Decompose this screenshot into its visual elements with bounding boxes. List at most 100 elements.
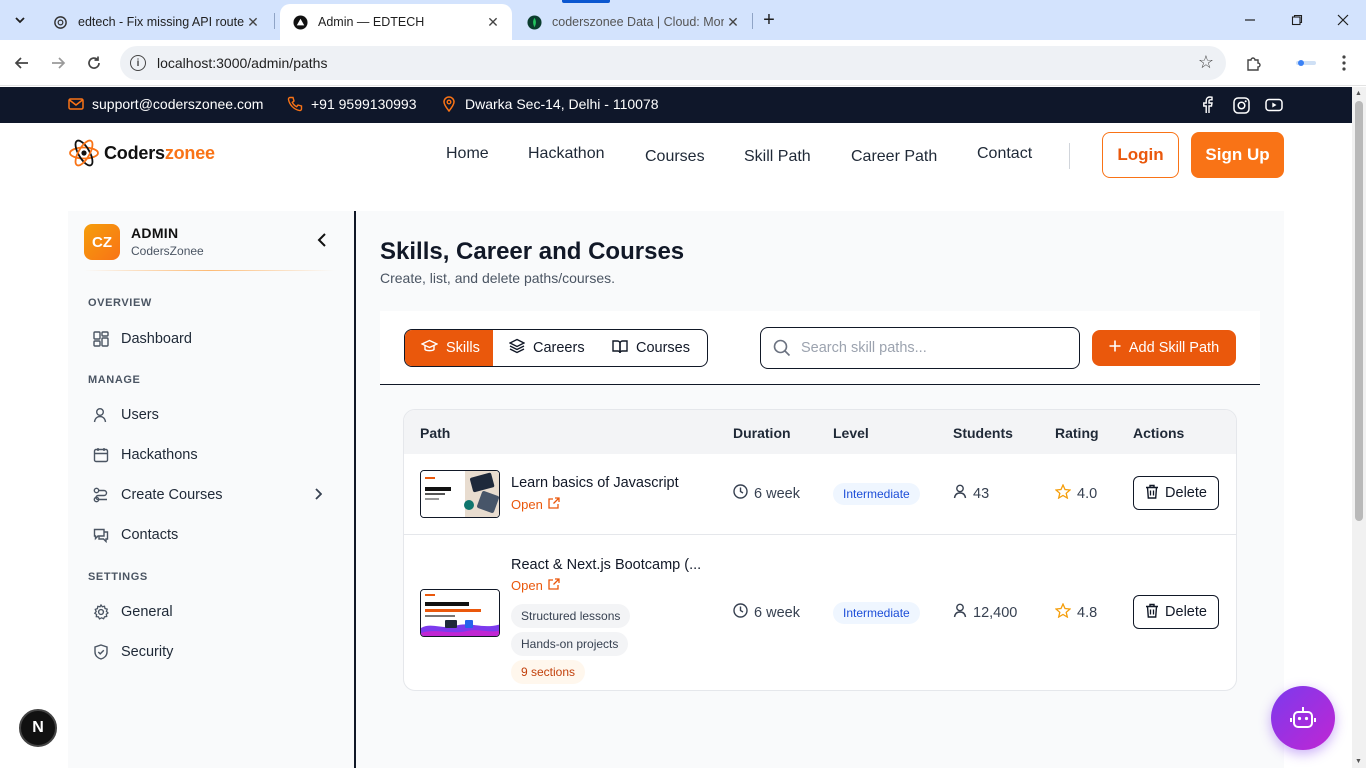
open-path-link[interactable]: Open [511,578,560,593]
rating-cell: 4.0 [1054,483,1097,503]
reload-icon[interactable] [80,49,108,77]
sidebar-item-label: Dashboard [121,331,192,347]
facebook-icon[interactable] [1198,96,1216,114]
page-title: Skills, Career and Courses [380,238,685,265]
url-text[interactable]: localhost:3000/admin/paths [157,55,327,71]
nextjs-dev-indicator[interactable]: N [19,709,57,747]
table-header: Path Duration Level Students Rating Acti… [404,410,1236,454]
sidebar-item-create-courses[interactable]: Create Courses [88,480,336,510]
new-tab-plus-icon[interactable]: + [757,8,781,32]
paths-toolbar: Skills Careers Courses Search skill path… [380,311,1260,385]
nav-courses[interactable]: Courses [645,148,705,166]
level-badge: Intermediate [833,602,920,624]
tab-label: Skills [446,340,480,356]
scrollbar-thumb[interactable] [1355,101,1363,521]
path-title[interactable]: Learn basics of Javascript [511,475,679,491]
instagram-icon[interactable] [1232,96,1250,114]
site-header: Coderszonee Home Hackathon Courses Skill… [0,123,1352,211]
browser-tab-3[interactable]: coderszonee Data | Cloud: Mon ✕ [514,4,752,40]
nav-career-path[interactable]: Career Path [851,148,937,166]
topbar-email[interactable]: support@coderszonee.com [68,96,263,112]
clock-icon [733,603,748,622]
sidebar-item-hackathons[interactable]: Hackathons [88,440,336,470]
browser-tab-1[interactable]: edtech - Fix missing API routes ✕ [40,4,272,40]
address-text: Dwarka Sec-14, Delhi - 110078 [465,96,659,112]
back-arrow-icon[interactable] [8,49,36,77]
clock-icon [733,484,748,503]
nav-home[interactable]: Home [446,145,489,163]
address-bar[interactable]: i localhost:3000/admin/paths ☆ [120,46,1226,80]
tab-careers[interactable]: Careers [493,330,596,366]
path-thumbnail-image[interactable] [420,589,500,637]
restore-icon[interactable] [1283,6,1311,34]
delete-button[interactable]: Delete [1133,595,1219,629]
path-title[interactable]: React & Next.js Bootcamp (... [511,557,701,573]
trash-icon [1145,603,1159,622]
scroll-down-arrow-icon[interactable]: ▼ [1355,758,1362,765]
sidebar-divider [84,270,334,271]
tab-label: Careers [533,340,585,356]
sidebar-item-label: Contacts [121,527,179,543]
topbar-phone[interactable]: +91 9599130993 [287,96,417,112]
contact-topbar: support@coderszonee.com +91 9599130993 D… [0,87,1352,123]
sidebar-item-users[interactable]: Users [88,400,336,430]
browser-tab-2[interactable]: Admin — EDTECH ✕ [280,4,512,40]
tab-search-chevron-icon[interactable] [6,7,34,33]
add-skill-path-button[interactable]: Add Skill Path [1092,330,1236,366]
column-header-path: Path [420,425,451,441]
mongodb-leaf-icon [526,14,542,30]
close-tab-icon[interactable]: ✕ [724,13,742,31]
phone-icon [287,96,303,112]
close-tab-icon[interactable]: ✕ [244,13,262,31]
delete-label: Delete [1165,604,1207,620]
students-value: 12,400 [973,604,1018,621]
admin-user-name: ADMIN [131,225,179,241]
open-path-link[interactable]: Open [511,497,560,512]
sidebar-item-security[interactable]: Security [88,637,336,667]
login-button[interactable]: Login [1102,132,1179,178]
signup-button[interactable]: Sign Up [1191,132,1284,178]
close-window-icon[interactable] [1329,6,1357,34]
scroll-up-arrow-icon[interactable]: ▲ [1355,90,1362,97]
nav-skill-path[interactable]: Skill Path [744,148,811,166]
avatar: CZ [84,224,120,260]
delete-button[interactable]: Delete [1133,476,1219,510]
search-input[interactable] [801,340,1061,356]
email-text: support@coderszonee.com [92,96,264,112]
bookmark-star-icon[interactable]: ☆ [1198,52,1214,73]
star-icon [1054,483,1072,503]
more-menu-icon[interactable] [1330,49,1358,77]
collapse-sidebar-chevron-left-icon[interactable] [314,231,330,249]
close-tab-icon[interactable]: ✕ [484,13,502,31]
sidebar-item-general[interactable]: General [88,597,336,627]
tab-skills[interactable]: Skills [405,330,493,366]
sidebar-item-contacts[interactable]: Contacts [88,520,336,550]
site-logo[interactable]: Coderszonee [68,137,215,169]
extensions-puzzle-icon[interactable] [1240,49,1268,77]
site-info-icon[interactable]: i [130,55,146,71]
sidebar-item-dashboard[interactable]: Dashboard [88,324,336,354]
minimize-icon[interactable] [1236,6,1264,34]
nav-contact[interactable]: Contact [977,145,1032,163]
forward-arrow-icon[interactable] [44,49,72,77]
chatgpt-icon [52,14,68,30]
open-link-label: Open [511,497,543,512]
chatbot-button[interactable] [1271,686,1335,750]
search-box[interactable] [760,327,1080,369]
students-cell: 43 [953,484,989,503]
sidebar-item-label: Hackathons [121,447,198,463]
sidebar-item-label: General [121,604,173,620]
admin-sidebar: CZ ADMIN CodersZonee OVERVIEW Dashboard … [68,211,355,768]
nav-hackathon[interactable]: Hackathon [528,145,605,163]
path-thumbnail-image[interactable] [420,470,500,518]
external-link-icon [548,497,560,512]
duration-cell: 6 week [733,603,800,622]
duration-value: 6 week [754,485,800,502]
tab-courses[interactable]: Courses [596,330,706,366]
external-link-icon [548,578,560,593]
paths-table: Path Duration Level Students Rating Acti… [403,409,1237,691]
topbar-address: Dwarka Sec-14, Delhi - 110078 [441,96,659,112]
youtube-icon[interactable] [1265,96,1283,114]
profile-avatar-icon[interactable] [1292,49,1320,77]
page-scrollbar[interactable]: ▲ ▼ [1352,87,1366,768]
